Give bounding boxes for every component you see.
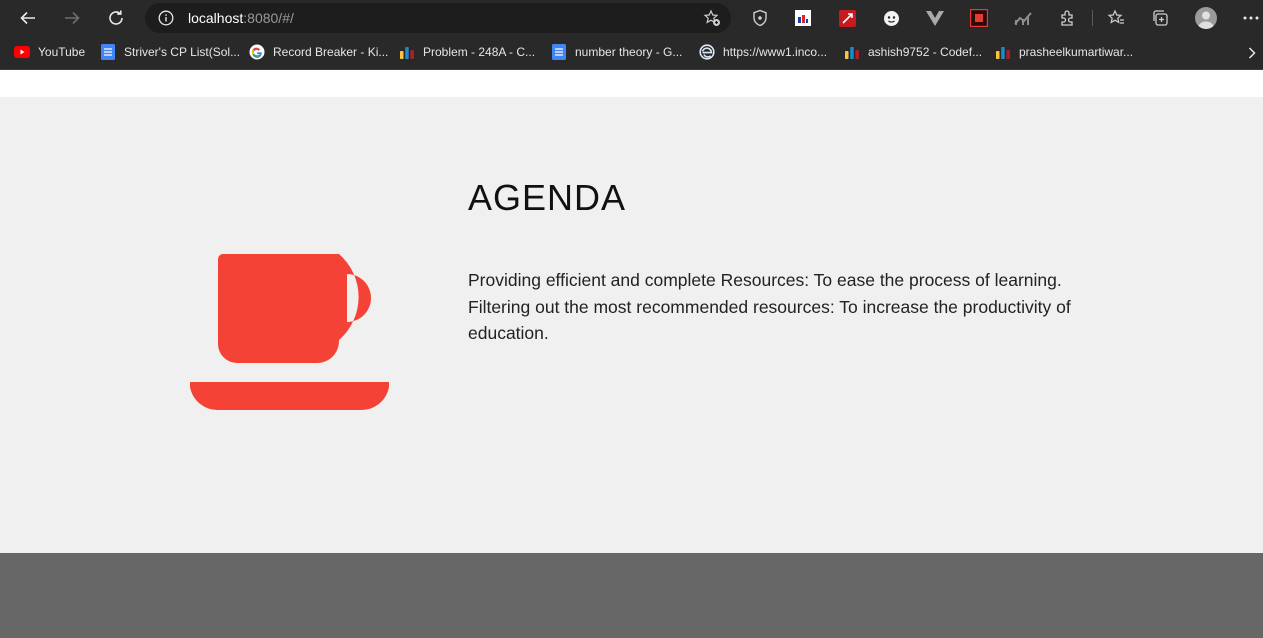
youtube-icon [14,44,30,60]
agenda-description: Providing efficient and complete Resourc… [468,270,1071,343]
edge-icon [699,44,715,60]
collections-icon[interactable] [1151,9,1169,27]
codeforces-icon [995,44,1011,60]
extension-face-icon[interactable] [882,9,900,27]
extensions-puzzle-icon[interactable] [1059,9,1077,27]
extension-red-square-icon[interactable] [970,9,988,27]
info-icon[interactable] [158,10,174,26]
coffee-cup-icon [190,254,389,411]
forward-button[interactable] [59,6,85,30]
codeforces-icon [399,44,415,60]
url-host: localhost [188,10,244,26]
bookmark-problem-248a[interactable]: Problem - 248A - C... [399,42,535,62]
bookmark-label: number theory - G... [575,45,683,59]
bookmark-prasheelkumartiwari[interactable]: prasheelkumartiwar... [995,42,1133,62]
page-footer [0,553,1263,638]
agenda-title: AGENDA [468,177,627,218]
favorites-icon[interactable] [1107,9,1125,27]
url-path: :8080/#/ [243,10,294,26]
bookmark-label: prasheelkumartiwar... [1019,45,1134,59]
more-menu-icon[interactable] [1242,9,1260,27]
extension-chart-icon[interactable] [1014,9,1032,27]
profile-avatar[interactable] [1195,7,1217,29]
extension-flag-icon[interactable] [794,9,812,27]
bookmark-label: https://www1.inco... [723,45,828,59]
bookmark-www1-inco[interactable]: https://www1.inco... [699,42,827,62]
bookmark-record-breaker[interactable]: Record Breaker - Ki... [249,42,388,62]
bookmark-label: Record Breaker - Ki... [273,45,389,59]
codeforces-icon [844,44,860,60]
bookmark-ashish9752[interactable]: ashish9752 - Codef... [844,42,982,62]
bookmark-youtube[interactable]: YouTube [14,42,85,62]
add-favorite-icon[interactable] [703,9,721,27]
page-header-strip [0,70,1263,97]
url-text[interactable]: localhost:8080/#/ [188,10,294,26]
extension-vue-icon[interactable] [926,9,944,27]
reload-button[interactable] [103,6,129,30]
bookmark-label: YouTube [38,45,86,59]
browser-toolbar: localhost:8080/#/ [0,0,1263,37]
reload-icon [109,10,123,25]
bookmark-number-theory[interactable]: number theory - G... [551,42,682,62]
google-docs-icon [551,44,567,60]
back-button[interactable] [15,6,41,30]
bookmark-label: Striver's CP List(Sol... [124,45,241,59]
bookmark-label: ashish9752 - Codef... [868,45,983,59]
bookmarks-bar: YouTube Striver's CP List(Sol... Record … [0,37,1263,70]
extension-red-icon[interactable] [838,9,856,27]
bookmark-label: Problem - 248A - C... [423,45,536,59]
user-icon [1198,11,1214,29]
forward-arrow-icon [65,11,80,25]
back-arrow-icon [20,11,35,25]
agenda-section: AGENDA Providing efficient and complete … [0,97,1263,553]
google-icon [249,44,265,60]
google-docs-icon [100,44,116,60]
toolbar-divider [1092,10,1093,26]
tracking-prevention-icon[interactable] [751,9,769,27]
address-bar[interactable]: localhost:8080/#/ [145,3,731,33]
bookmark-strivers-cp-list[interactable]: Striver's CP List(Sol... [100,42,240,62]
chevron-right-icon[interactable] [1247,47,1257,59]
